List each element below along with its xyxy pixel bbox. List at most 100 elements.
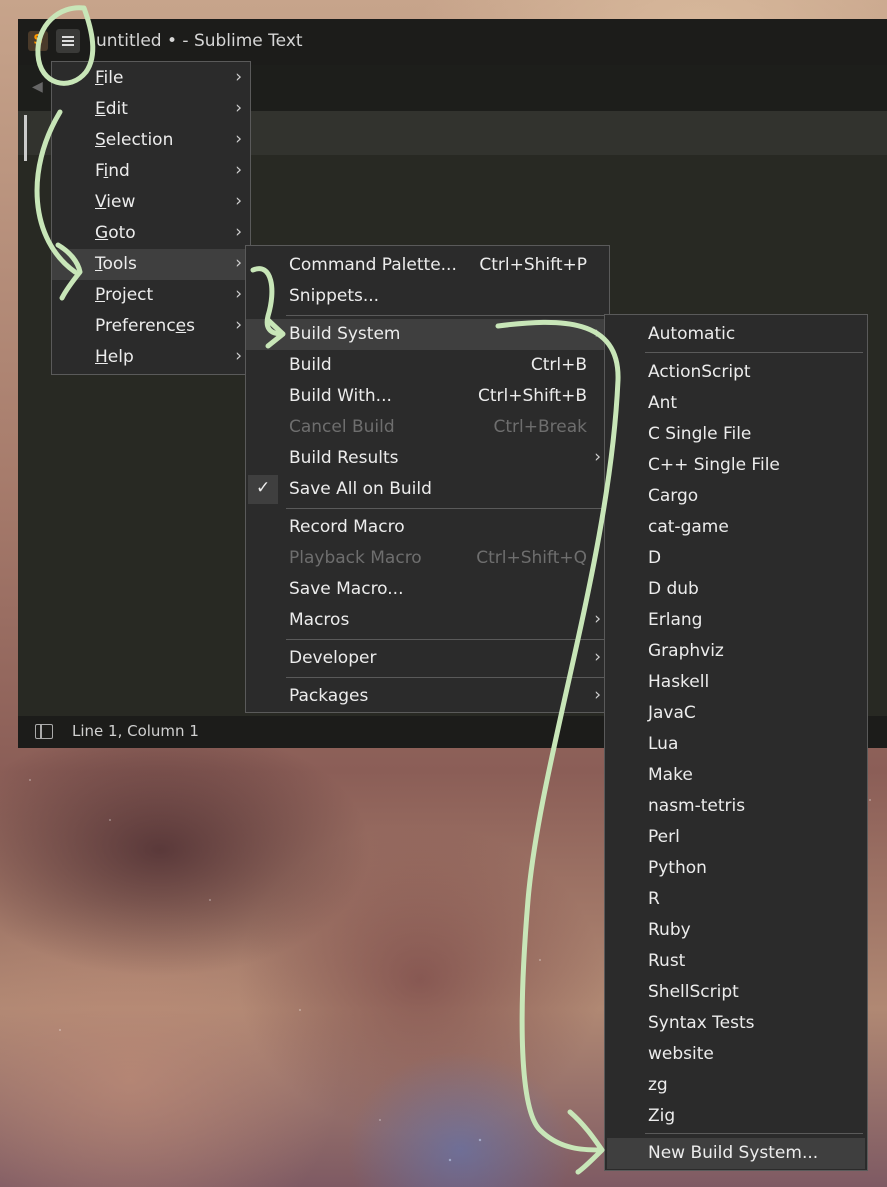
chevron-right-icon: › <box>235 191 242 211</box>
chevron-right-icon: › <box>594 609 601 629</box>
main-menu-item-file[interactable]: File › <box>52 63 250 94</box>
main-menu-item-selection[interactable]: Selection › <box>52 125 250 156</box>
build-system-item[interactable]: website <box>605 1039 867 1070</box>
chevron-right-icon: › <box>235 129 242 149</box>
build-system-label: JavaC <box>648 703 696 723</box>
menu-item-playback-macro[interactable]: Playback Macro Ctrl+Shift+Q <box>246 543 609 574</box>
menu-item-build-with[interactable]: Build With... Ctrl+Shift+B <box>246 381 609 412</box>
menu-item-label: File <box>95 68 124 88</box>
menu-item-build-system[interactable]: Build System › <box>246 319 609 350</box>
build-system-item[interactable]: Perl <box>605 822 867 853</box>
build-system-item[interactable]: R <box>605 884 867 915</box>
main-menu-item-view[interactable]: View › <box>52 187 250 218</box>
menu-item-developer[interactable]: Developer › <box>246 643 609 674</box>
menu-item-save-all-on-build[interactable]: ✓ Save All on Build <box>246 474 609 505</box>
build-system-item[interactable]: ActionScript <box>605 357 867 388</box>
build-system-label: Lua <box>648 734 679 754</box>
build-system-label: C++ Single File <box>648 455 780 475</box>
build-system-label: D <box>648 548 662 568</box>
build-system-item[interactable]: Cargo <box>605 481 867 512</box>
menu-item-label: Edit <box>95 99 128 119</box>
build-system-item[interactable]: Syntax Tests <box>605 1008 867 1039</box>
main-menu-item-tools[interactable]: Tools › <box>52 249 250 280</box>
menu-item-new-build-system[interactable]: New Build System... <box>607 1138 865 1169</box>
build-system-item[interactable]: D dub <box>605 574 867 605</box>
title-bar: S untitled • - Sublime Text <box>18 19 887 65</box>
build-system-label: zg <box>648 1075 668 1095</box>
menu-item-command-palette[interactable]: Command Palette... Ctrl+Shift+P <box>246 250 609 281</box>
menu-item-build[interactable]: Build Ctrl+B <box>246 350 609 381</box>
checkmark-icon: ✓ <box>256 478 271 498</box>
menu-item-label: Find <box>95 161 130 181</box>
menu-separator <box>645 352 863 353</box>
main-menu-item-help[interactable]: Help › <box>52 342 250 373</box>
build-system-item[interactable]: C++ Single File <box>605 450 867 481</box>
menu-item-label: Goto <box>95 223 136 243</box>
build-system-label: Perl <box>648 827 680 847</box>
menu-item-macros[interactable]: Macros › <box>246 605 609 636</box>
build-system-label: Graphviz <box>648 641 724 661</box>
main-menu-item-edit[interactable]: Edit › <box>52 94 250 125</box>
build-system-label: Cargo <box>648 486 699 506</box>
build-system-item[interactable]: JavaC <box>605 698 867 729</box>
build-system-label: D dub <box>648 579 699 599</box>
build-system-item[interactable]: cat-game <box>605 512 867 543</box>
build-system-item[interactable]: Erlang <box>605 605 867 636</box>
chevron-right-icon: › <box>594 647 601 667</box>
build-system-label: Python <box>648 858 707 878</box>
chevron-right-icon: › <box>235 346 242 366</box>
main-menu-item-preferences[interactable]: Preferences › <box>52 311 250 342</box>
build-system-menu: Automatic ActionScript Ant C Single File C+… <box>604 314 868 1171</box>
cursor-position: Line 1, Column 1 <box>72 722 199 740</box>
menu-item-snippets[interactable]: Snippets... <box>246 281 609 312</box>
menu-item-cancel-build[interactable]: Cancel Build Ctrl+Break <box>246 412 609 443</box>
chevron-right-icon: › <box>594 447 601 467</box>
main-menu-item-project[interactable]: Project › <box>52 280 250 311</box>
build-system-item[interactable]: Zig <box>605 1101 867 1132</box>
window-title: untitled • - Sublime Text <box>96 31 303 51</box>
build-system-label: Ant <box>648 393 678 413</box>
build-system-item[interactable]: C Single File <box>605 419 867 450</box>
main-menu-item-find[interactable]: Find › <box>52 156 250 187</box>
menu-separator <box>645 1133 863 1134</box>
build-system-item[interactable]: Python <box>605 853 867 884</box>
menu-item-label: Tools <box>95 254 137 274</box>
menu-item-packages[interactable]: Packages › <box>246 681 609 712</box>
build-system-label: nasm-tetris <box>648 796 746 816</box>
main-menu-item-goto[interactable]: Goto › <box>52 218 250 249</box>
tab-scroll-left-icon[interactable]: ◀ <box>32 79 43 95</box>
menu-item-save-macro[interactable]: Save Macro... <box>246 574 609 605</box>
chevron-right-icon: › <box>235 253 242 273</box>
build-system-item[interactable]: Rust <box>605 946 867 977</box>
sublime-logo-icon: S <box>28 31 48 51</box>
menu-item-build-automatic[interactable]: Automatic <box>605 319 867 350</box>
build-system-item[interactable]: nasm-tetris <box>605 791 867 822</box>
menu-item-label: Help <box>95 347 134 367</box>
build-system-label: Rust <box>648 951 686 971</box>
build-system-item[interactable]: ShellScript <box>605 977 867 1008</box>
chevron-right-icon: › <box>235 160 242 180</box>
side-panel-toggle-icon[interactable] <box>35 724 53 739</box>
build-system-item[interactable]: Lua <box>605 729 867 760</box>
menu-item-label: View <box>95 192 136 212</box>
main-menu: File › Edit › Selection › Find › View › Goto › Tools… <box>51 61 251 375</box>
menu-item-label: Preferences <box>95 316 195 336</box>
chevron-right-icon: › <box>235 98 242 118</box>
build-system-label: Erlang <box>648 610 703 630</box>
build-system-item[interactable]: zg <box>605 1070 867 1101</box>
build-system-item[interactable]: Make <box>605 760 867 791</box>
build-system-item[interactable]: Graphviz <box>605 636 867 667</box>
build-system-item[interactable]: D <box>605 543 867 574</box>
chevron-right-icon: › <box>594 685 601 705</box>
build-system-item[interactable]: Ruby <box>605 915 867 946</box>
build-system-item[interactable]: Haskell <box>605 667 867 698</box>
chevron-right-icon: › <box>235 315 242 335</box>
chevron-right-icon: › <box>235 67 242 87</box>
hamburger-menu-icon[interactable] <box>56 29 80 53</box>
menu-separator <box>286 677 607 678</box>
menu-item-record-macro[interactable]: Record Macro <box>246 512 609 543</box>
menu-item-build-results[interactable]: Build Results › <box>246 443 609 474</box>
build-system-item[interactable]: Ant <box>605 388 867 419</box>
menu-separator <box>286 639 607 640</box>
menu-item-label: Selection <box>95 130 174 150</box>
